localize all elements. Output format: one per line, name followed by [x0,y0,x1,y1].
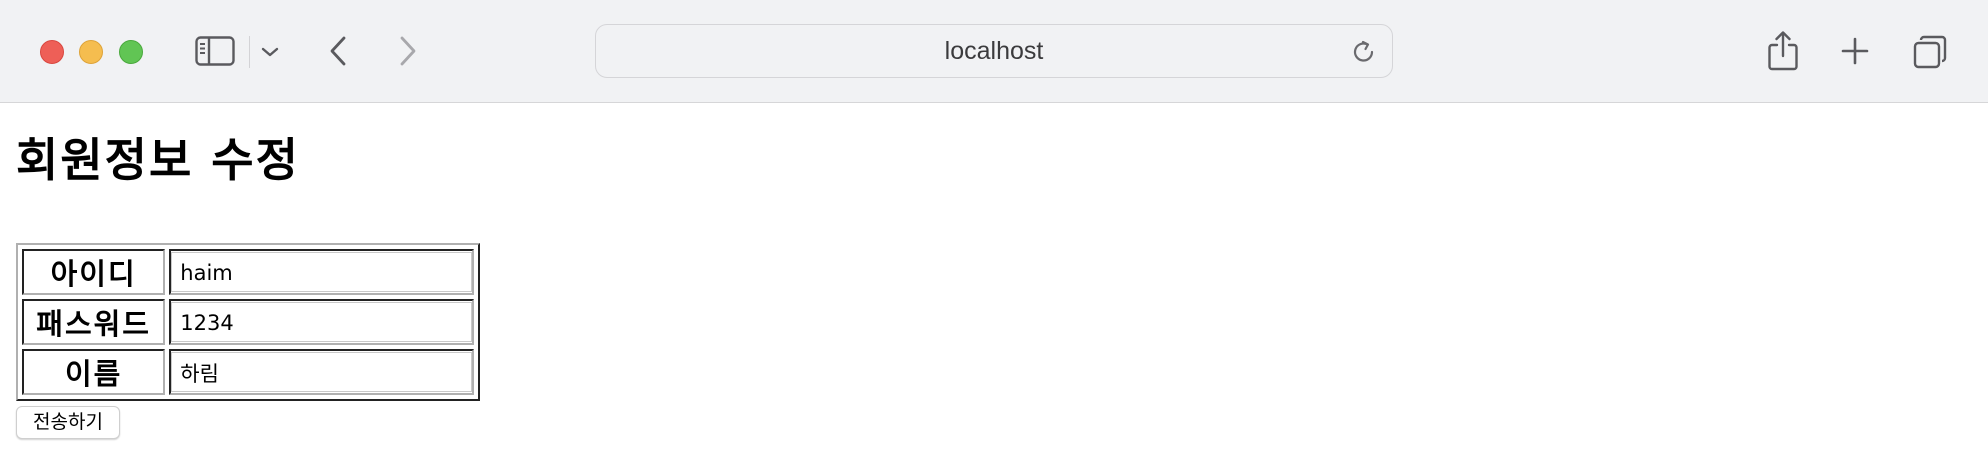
close-window-button[interactable] [40,40,64,64]
address-bar[interactable]: localhost [595,24,1393,78]
tab-overview-icon[interactable] [1912,34,1948,70]
name-input[interactable] [171,352,472,392]
url-text[interactable]: localhost [945,37,1044,66]
toolbar-divider [249,36,250,68]
name-cell [169,349,474,395]
page-title: 회원정보 수정 [16,133,300,187]
form-row-name: 이름 [22,349,474,395]
reload-icon[interactable] [1350,38,1378,66]
id-cell [169,249,474,295]
zoom-window-button[interactable] [119,40,143,64]
form-row-password: 패스워드 [22,299,474,345]
password-input[interactable] [171,302,472,342]
browser-window: localhost 회원정보 수정 아이디 haim 패스워드 1234 이름 … [0,0,1988,472]
back-arrow-icon[interactable] [323,34,353,68]
chevron-down-icon[interactable] [258,40,282,64]
member-edit-form: 아이디 패스워드 이름 [16,243,480,401]
browser-toolbar: localhost [0,0,1988,103]
forward-arrow-icon[interactable] [393,34,423,68]
id-input[interactable] [171,252,472,292]
name-label: 이름 [22,349,166,395]
minimize-window-button[interactable] [79,40,103,64]
submit-button[interactable]: 전송하기 [16,406,120,439]
id-label: 아이디 [22,249,166,295]
page-content: 회원정보 수정 아이디 패스워드 이름 전송하기 [0,104,1988,472]
share-icon[interactable] [1765,30,1801,72]
plus-icon[interactable] [1839,35,1871,67]
sidebar-icon[interactable] [194,34,236,68]
password-cell [169,299,474,345]
form-row-id: 아이디 [22,249,474,295]
password-label: 패스워드 [22,299,166,345]
